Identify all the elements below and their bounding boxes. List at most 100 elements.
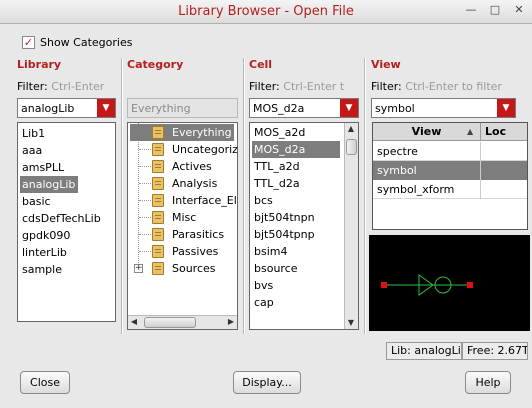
list-item[interactable]: bjt504tnpn [252, 209, 315, 226]
list-item[interactable]: bjt504tpnp [252, 226, 315, 243]
help-button[interactable]: Help [465, 371, 511, 394]
tree-item[interactable]: Analysis [130, 175, 234, 192]
library-list[interactable]: Lib1 aaa amsPLL analogLib basic cdsDefTe… [17, 122, 116, 322]
list-item[interactable]: amsPLL [20, 159, 64, 176]
tree-item[interactable]: Parasitics [130, 226, 234, 243]
list-item[interactable]: bcs [252, 192, 273, 209]
cell-column: Cell Filter: Ctrl-Enter t MOS_d2a ▼ MOS_… [246, 58, 362, 334]
list-item[interactable]: bsource [252, 260, 298, 277]
category-column: Category Everything Everything Uncategor… [124, 58, 242, 334]
symbol-preview [369, 235, 530, 331]
list-item[interactable]: linterLib [20, 244, 67, 261]
category-icon [152, 126, 164, 139]
sort-ascending-icon: ▲ [467, 127, 474, 136]
list-item[interactable]: cdsDefTechLib [20, 210, 101, 227]
tree-item-label: Actives [172, 160, 212, 173]
category-icon [152, 245, 164, 258]
location-column-header[interactable]: Loc [481, 123, 527, 141]
category-hscrollbar[interactable]: ◀ ▶ [128, 315, 237, 329]
chevron-down-icon[interactable]: ▼ [497, 99, 515, 117]
scroll-right-icon[interactable]: ▶ [225, 316, 237, 328]
maximize-icon[interactable]: □ [488, 3, 502, 17]
category-icon [152, 262, 164, 275]
category-icon [152, 143, 164, 156]
tree-item-label: Passives [172, 245, 219, 258]
tree-item-label: Misc [172, 211, 197, 224]
cell-filter-label: Filter: Ctrl-Enter t [249, 80, 345, 93]
status-free-space: Free: 2.67T [462, 342, 528, 360]
category-title: Category [127, 58, 184, 71]
table-row-selected[interactable]: symbol [373, 161, 527, 180]
list-item[interactable]: basic [20, 193, 51, 210]
tree-item-everything[interactable]: Everything [130, 124, 234, 141]
library-filter-label: Filter: Ctrl-Enter [17, 80, 105, 93]
scroll-thumb[interactable] [144, 317, 196, 328]
list-item[interactable]: Lib1 [20, 125, 45, 142]
list-item[interactable]: gpdk090 [20, 227, 70, 244]
category-combo: Everything [127, 98, 238, 118]
library-combo-value: analogLib [21, 102, 75, 115]
view-cell: symbol_xform [373, 180, 481, 199]
cell-title: Cell [249, 58, 273, 71]
view-filter-label: Filter: Ctrl-Enter to filter [371, 80, 502, 93]
column-divider [243, 58, 245, 334]
scroll-left-icon[interactable]: ◀ [128, 316, 140, 328]
list-item[interactable]: aaa [20, 142, 42, 159]
tree-item[interactable]: Passives [130, 243, 234, 260]
expand-plus-icon[interactable]: + [134, 264, 143, 273]
list-item[interactable]: bvs [252, 277, 273, 294]
scroll-thumb[interactable] [346, 139, 357, 155]
list-item[interactable]: TTL_a2d [252, 158, 300, 175]
list-item[interactable]: MOS_a2d [252, 124, 305, 141]
category-icon [152, 194, 164, 207]
title-bar[interactable]: Library Browser - Open File — □ ✕ [0, 0, 532, 24]
show-categories-label: Show Categories [40, 36, 133, 49]
cell-vscrollbar[interactable]: ▲ ▼ [344, 123, 358, 329]
tree-item[interactable]: Actives [130, 158, 234, 175]
list-item[interactable]: bsim4 [252, 243, 287, 260]
list-item-selected[interactable]: analogLib [20, 176, 78, 193]
chevron-down-icon[interactable]: ▼ [340, 99, 358, 117]
show-categories-checkbox[interactable]: ✓ [22, 36, 35, 49]
view-combo-value: symbol [375, 102, 415, 115]
category-icon [152, 177, 164, 190]
column-divider [364, 58, 366, 334]
tree-item-label: Uncategoriz [172, 143, 238, 156]
close-button[interactable]: Close [20, 371, 70, 394]
list-item[interactable]: sample [20, 261, 62, 278]
display-button[interactable]: Display... [233, 371, 301, 394]
minimize-icon[interactable]: — [464, 3, 478, 17]
table-row[interactable]: symbol_xform [373, 180, 527, 199]
library-combo[interactable]: analogLib ▼ [17, 98, 116, 118]
tree-item[interactable]: Misc [130, 209, 234, 226]
cell-list[interactable]: MOS_a2d MOS_d2a TTL_a2d TTL_d2a bcs bjt5… [249, 122, 359, 330]
tree-item[interactable]: Uncategoriz [130, 141, 237, 158]
cell-combo-value: MOS_d2a [253, 102, 305, 115]
list-item[interactable]: TTL_d2a [252, 175, 300, 192]
tree-item[interactable]: Interface_Ele [130, 192, 237, 209]
list-item[interactable]: cap [252, 294, 274, 311]
window-title: Library Browser - Open File [178, 4, 354, 19]
table-row[interactable]: spectre [373, 142, 527, 161]
tree-item-label: Sources [172, 262, 216, 275]
tree-item-label: Everything [172, 126, 232, 139]
tree-item-label: Analysis [172, 177, 218, 190]
chevron-down-icon[interactable]: ▼ [97, 99, 115, 117]
library-column: Library Filter: Ctrl-Enter analogLib ▼ L… [14, 58, 118, 334]
list-item-selected[interactable]: MOS_d2a [252, 141, 340, 158]
cell-combo[interactable]: MOS_d2a ▼ [249, 98, 359, 118]
scroll-up-icon[interactable]: ▲ [345, 123, 357, 135]
scroll-down-icon[interactable]: ▼ [345, 317, 357, 329]
view-column-header[interactable]: View ▲ [373, 123, 481, 141]
view-title: View [371, 58, 401, 71]
view-table[interactable]: View ▲ Loc spectre symbol symbol_xform [372, 122, 528, 230]
category-icon [152, 160, 164, 173]
view-combo[interactable]: symbol ▼ [371, 98, 516, 118]
category-tree[interactable]: Everything Uncategoriz Actives Analysis … [127, 122, 238, 330]
tree-item-label: Parasitics [172, 228, 225, 241]
tree-item-sources[interactable]: + Sources [130, 260, 234, 277]
view-cell: spectre [373, 142, 481, 161]
category-combo-value: Everything [131, 102, 191, 115]
close-icon[interactable]: ✕ [512, 3, 526, 17]
symbol-pin-right [467, 282, 473, 288]
